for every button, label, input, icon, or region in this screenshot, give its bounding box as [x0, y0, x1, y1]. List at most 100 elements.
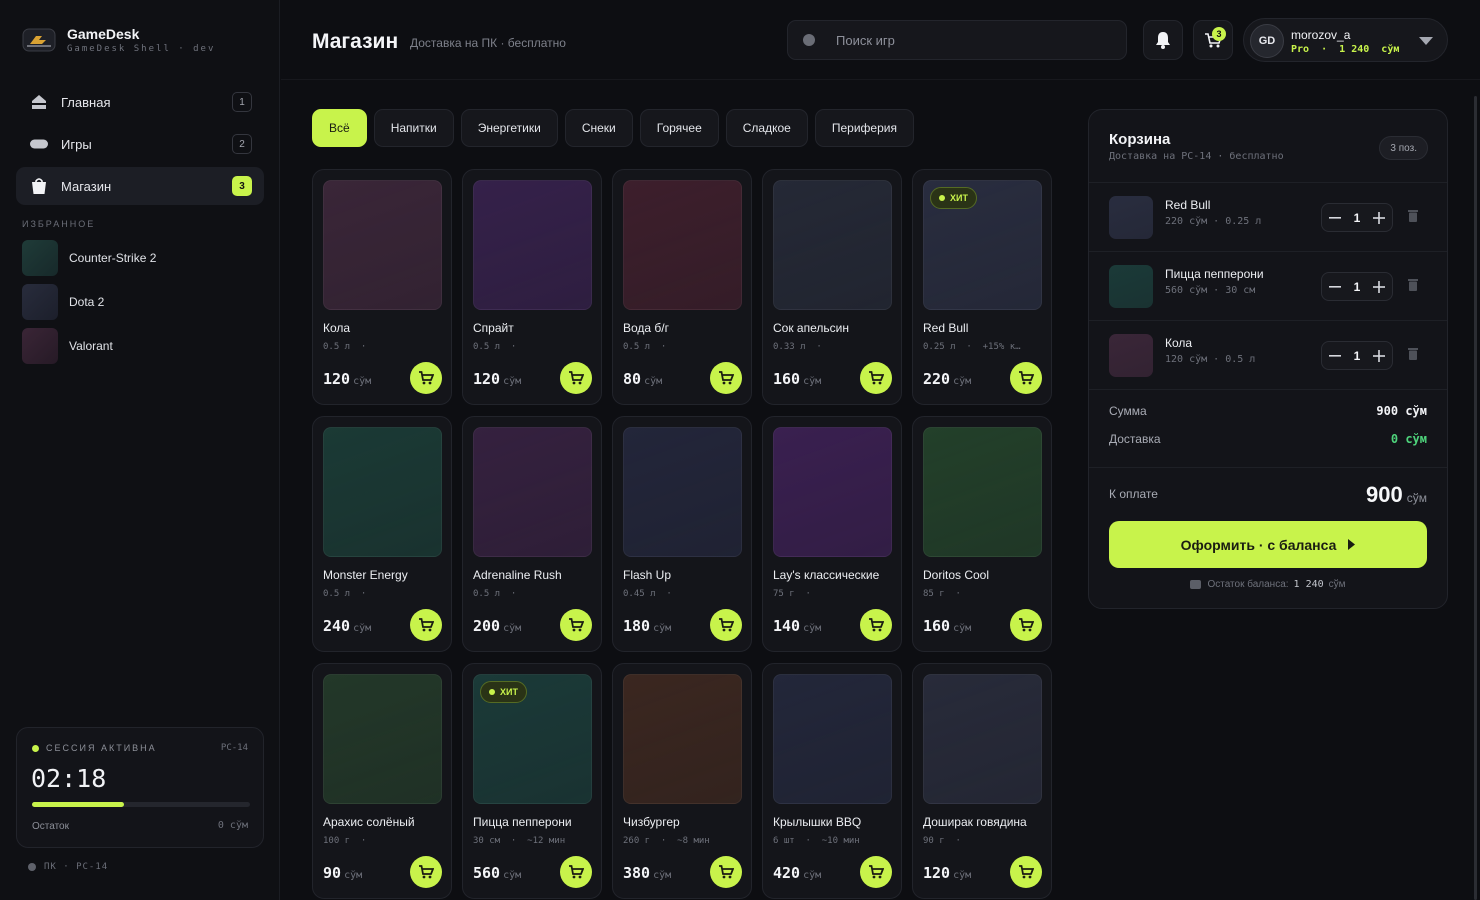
product-card[interactable]: Арахис солёный 100 г · 90 сўм [312, 663, 452, 899]
price-currency: сўм [344, 870, 363, 881]
category-tab[interactable]: Сладкое [725, 109, 808, 147]
add-to-cart-button[interactable] [710, 856, 742, 888]
minus-icon [1329, 285, 1341, 288]
favorites-list: Counter-Strike 2 Dota 2 Valorant [22, 240, 156, 372]
favorite-item-valorant[interactable]: Valorant [22, 328, 156, 364]
session-rest-label: Остаток [32, 821, 69, 832]
price-value: 220 [923, 370, 951, 388]
increase-button[interactable] [1372, 280, 1386, 294]
scrollbar[interactable] [1474, 96, 1477, 900]
product-card[interactable]: Сок апельсин 0.33 л · 160 сўм [762, 169, 902, 405]
product-card[interactable]: Доширак говядина 90 г · 120 сўм [912, 663, 1052, 899]
search-input[interactable] [836, 21, 1116, 59]
product-card[interactable]: Крылышки BBQ 6 шт · ~10 мин 420 сўм [762, 663, 902, 899]
favorite-item-cs2[interactable]: Counter-Strike 2 [22, 240, 156, 276]
category-tab[interactable]: Энергетики [460, 109, 558, 147]
add-to-cart-button[interactable] [1010, 609, 1042, 641]
product-name: Flash Up [623, 568, 672, 582]
cart-button[interactable]: 3 [1193, 20, 1233, 60]
add-to-cart-button[interactable] [860, 609, 892, 641]
product-card[interactable]: Спрайт 0.5 л · 120 сўм [462, 169, 602, 405]
cart-icon [719, 371, 734, 385]
total-amount: 900 [1366, 482, 1403, 507]
product-card[interactable]: Monster Energy 0.5 л · 240 сўм [312, 416, 452, 652]
cart-item-thumbnail [1109, 196, 1153, 239]
trash-icon[interactable] [1408, 347, 1418, 365]
category-tab[interactable]: Горячее [639, 109, 719, 147]
add-to-cart-button[interactable] [560, 856, 592, 888]
favorite-label: Dota 2 [69, 295, 105, 309]
search-box[interactable] [787, 20, 1127, 60]
balance-label: Остаток баланса: [1207, 579, 1289, 590]
product-meta: 0.5 л · [473, 589, 517, 599]
category-tab[interactable]: Напитки [373, 109, 454, 147]
add-to-cart-button[interactable] [560, 609, 592, 641]
cart-item: Red Bull 220 сўм · 0.25 л 1 [1089, 183, 1447, 252]
add-to-cart-button[interactable] [560, 362, 592, 394]
add-to-cart-button[interactable] [860, 362, 892, 394]
trash-icon[interactable] [1408, 209, 1418, 227]
brand[interactable]: GameDesk GameDesk Shell · dev [22, 26, 215, 54]
nav-item-shop[interactable]: Магазин 3 [16, 167, 264, 205]
add-to-cart-button[interactable] [1010, 856, 1042, 888]
product-card[interactable]: Вода б/г 0.5 л · 80 сўм [612, 169, 752, 405]
product-meta: 0.45 л · [623, 589, 672, 599]
decrease-button[interactable] [1328, 280, 1342, 294]
add-to-cart-button[interactable] [710, 362, 742, 394]
product-image [923, 427, 1042, 557]
product-image: ХИТ [923, 180, 1042, 310]
category-tab[interactable]: Снеки [564, 109, 633, 147]
add-to-cart-button[interactable] [710, 609, 742, 641]
product-card[interactable]: ХИТ Red Bull 0.25 л · +15% к… 220 сўм [912, 169, 1052, 405]
nav-label: Главная [61, 94, 111, 110]
checkout-button[interactable]: Оформить · с баланса [1109, 521, 1427, 568]
decrease-button[interactable] [1328, 211, 1342, 225]
product-price: 120 сўм [923, 864, 971, 882]
trash-icon[interactable] [1408, 278, 1418, 296]
product-card[interactable]: Doritos Cool 85 г · 160 сўм [912, 416, 1052, 652]
flame-icon [939, 195, 945, 201]
chevron-right-icon [1348, 539, 1356, 550]
minus-icon [1329, 354, 1341, 357]
increase-button[interactable] [1372, 211, 1386, 225]
price-currency: сўм [503, 870, 522, 881]
cart-icon [869, 371, 884, 385]
increase-button[interactable] [1372, 349, 1386, 363]
favorite-label: Counter-Strike 2 [69, 251, 157, 265]
brand-name: GameDesk [67, 26, 140, 42]
product-card[interactable]: Adrenaline Rush 0.5 л · 200 сўм [462, 416, 602, 652]
product-card[interactable]: Кола 0.5 л · 120 сўм [312, 169, 452, 405]
product-card[interactable]: Lay's классические 75 г · 140 сўм [762, 416, 902, 652]
product-card[interactable]: ХИТ Пицца пепперони 30 см · ~12 мин 560 сўм [462, 663, 602, 899]
add-to-cart-button[interactable] [410, 609, 442, 641]
plus-icon [1373, 211, 1385, 224]
favorite-item-dota2[interactable]: Dota 2 [22, 284, 156, 320]
category-tab[interactable]: Периферия [814, 109, 914, 147]
product-meta: 6 шт · ~10 мин [773, 836, 860, 846]
cart-icon [869, 618, 884, 632]
session-status-label: СЕССИЯ АКТИВНА [46, 743, 157, 753]
product-card[interactable]: Flash Up 0.45 л · 180 сўм [612, 416, 752, 652]
price-currency: сўм [503, 623, 522, 634]
nav-item-games[interactable]: Игры 2 [16, 125, 264, 163]
balance-value: 1 240 [1293, 579, 1324, 590]
add-to-cart-button[interactable] [1010, 362, 1042, 394]
product-card[interactable]: Чизбургер 260 г · ~8 мин 380 сўм [612, 663, 752, 899]
category-tab[interactable]: Всё [312, 109, 367, 147]
add-to-cart-button[interactable] [410, 362, 442, 394]
price-value: 200 [473, 617, 501, 635]
top-header: Магазин Доставка на ПК · бесплатно 3 GD … [281, 0, 1480, 80]
price-currency: сўм [803, 376, 822, 387]
sum-value: 900 сўм [1376, 404, 1427, 418]
user-menu[interactable]: GD morozov_a Pro · 1 240 сўм [1243, 18, 1448, 62]
add-to-cart-button[interactable] [860, 856, 892, 888]
product-price: 560 сўм [473, 864, 521, 882]
decrease-button[interactable] [1328, 349, 1342, 363]
hit-badge: ХИТ [930, 187, 977, 209]
minus-icon [1329, 216, 1341, 219]
add-to-cart-button[interactable] [410, 856, 442, 888]
nav-item-home[interactable]: Главная 1 [16, 83, 264, 121]
product-name: Пицца пепперони [473, 815, 572, 829]
notifications-button[interactable] [1143, 20, 1183, 60]
cart-panel: Корзина Доставка на PC-14 · бесплатно 3 … [1088, 109, 1448, 609]
